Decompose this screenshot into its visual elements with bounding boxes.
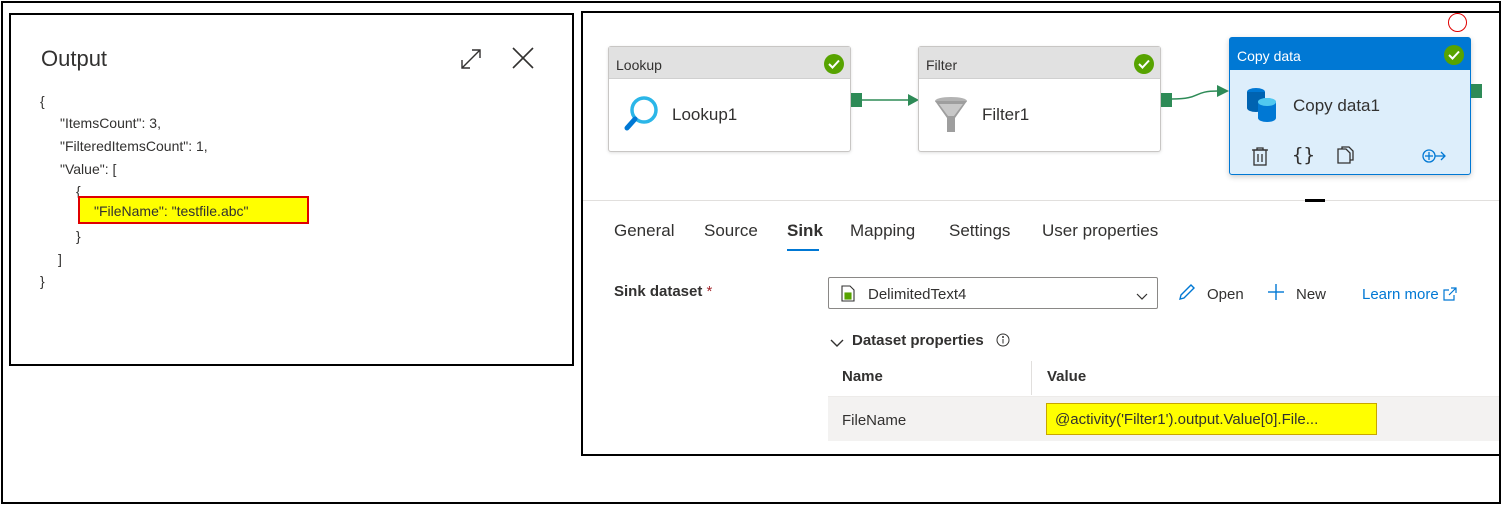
json-line: "Value": [ <box>60 161 117 177</box>
activity-type: Copy data <box>1230 38 1470 70</box>
expand-icon[interactable] <box>458 46 484 72</box>
json-line: "ItemsCount": 3, <box>60 115 161 131</box>
required-mark: * <box>706 283 713 300</box>
success-connector <box>1172 85 1229 100</box>
tab-general[interactable]: General <box>614 221 674 241</box>
activity-lookup[interactable]: Lookup Lookup1 <box>608 46 851 152</box>
search-icon <box>623 94 661 141</box>
table-row: FileName @activity('Filter1').output.Val… <box>828 397 1499 441</box>
pipeline-canvas[interactable]: Lookup Lookup1 Filter Filter1 Copy data … <box>583 13 1499 199</box>
property-name: FileName <box>842 412 907 429</box>
output-port[interactable] <box>851 93 862 107</box>
activity-type: Lookup <box>609 47 850 79</box>
pencil-icon <box>1179 284 1195 300</box>
success-check-icon <box>1444 45 1464 65</box>
output-port[interactable] <box>1471 84 1482 98</box>
json-line: "FilteredItemsCount": 1, <box>60 138 208 154</box>
output-port[interactable] <box>1161 93 1172 107</box>
sink-dataset-label-text: Sink dataset <box>614 283 703 300</box>
json-line: ] <box>58 251 62 267</box>
tab-source[interactable]: Source <box>704 221 758 241</box>
column-header-name: Name <box>842 368 883 385</box>
new-label: New <box>1296 286 1327 303</box>
activity-filter[interactable]: Filter Filter1 <box>918 46 1161 152</box>
add-output-icon[interactable] <box>1421 148 1447 169</box>
column-header-value: Value <box>1047 368 1087 385</box>
column-separator <box>1031 361 1032 395</box>
learn-more-label: Learn more <box>1362 286 1439 303</box>
info-icon[interactable] <box>996 333 1010 351</box>
json-line: "FileName": "testfile.abc" <box>94 203 249 219</box>
json-line: { <box>40 93 45 109</box>
highlighted-json-line: "FileName": "testfile.abc" <box>78 196 309 224</box>
database-icon <box>1245 86 1279 129</box>
learn-more-link[interactable]: Learn more <box>1362 286 1457 303</box>
open-label: Open <box>1207 286 1244 303</box>
sink-dataset-label: Sink dataset * <box>614 283 712 300</box>
output-panel: Output { "ItemsCount": 3, "FilteredItems… <box>9 13 574 366</box>
json-line: } <box>76 228 81 244</box>
chevron-down-icon <box>830 335 844 352</box>
tab-user-properties[interactable]: User properties <box>1042 221 1158 241</box>
delete-icon[interactable] <box>1251 146 1269 171</box>
divider <box>583 200 1499 201</box>
activity-name: Filter1 <box>982 105 1030 124</box>
success-connector <box>862 94 919 106</box>
activity-copy-data[interactable]: Copy data Copy data1 {} <box>1229 37 1471 175</box>
tab-settings[interactable]: Settings <box>949 221 1010 241</box>
chevron-down-icon <box>1136 288 1148 306</box>
plus-icon <box>1268 284 1284 300</box>
copy-icon[interactable] <box>1335 146 1355 171</box>
success-check-icon <box>824 54 844 74</box>
close-icon[interactable] <box>510 45 536 71</box>
external-link-icon <box>1443 287 1457 301</box>
tab-mapping[interactable]: Mapping <box>850 221 915 241</box>
properties-grid-header: Name Value <box>828 361 1499 397</box>
sink-dataset-dropdown[interactable]: DelimitedText4 <box>828 277 1158 309</box>
activity-type: Filter <box>919 47 1160 79</box>
output-title: Output <box>41 46 108 71</box>
pipeline-panel: Lookup Lookup1 Filter Filter1 Copy data … <box>581 11 1501 456</box>
activity-name: Copy data1 <box>1293 96 1380 115</box>
activity-name: Lookup1 <box>672 105 738 124</box>
property-value-input[interactable]: @activity('Filter1').output.Value[0].Fil… <box>1046 403 1377 435</box>
active-tab-indicator <box>787 249 819 251</box>
success-check-icon <box>1134 54 1154 74</box>
resize-handle[interactable] <box>1305 199 1325 202</box>
json-line: } <box>40 273 45 289</box>
dataset-properties-label: Dataset properties <box>852 332 984 349</box>
tab-sink[interactable]: Sink <box>787 221 823 241</box>
filter-icon <box>933 96 969 141</box>
code-icon[interactable]: {} <box>1292 144 1315 166</box>
annotation-circle <box>1448 13 1467 32</box>
sink-dataset-value: DelimitedText4 <box>868 286 967 303</box>
delimited-text-icon <box>841 285 855 307</box>
